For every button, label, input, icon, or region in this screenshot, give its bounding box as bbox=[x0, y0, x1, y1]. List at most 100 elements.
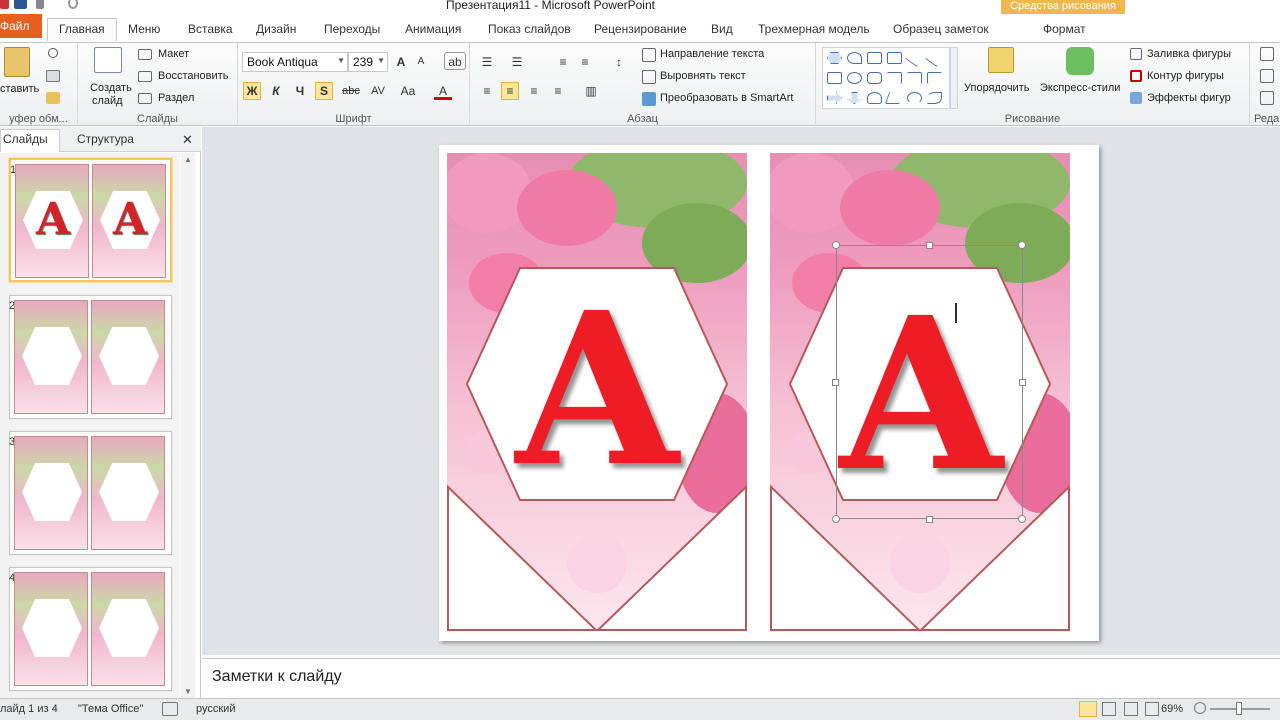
resize-handle[interactable] bbox=[1018, 241, 1026, 249]
redo-icon[interactable] bbox=[68, 0, 78, 9]
tab-notes-master[interactable]: Образец заметок bbox=[893, 22, 989, 36]
tab-transitions[interactable]: Переходы bbox=[324, 22, 380, 36]
decrease-indent-icon[interactable]: ≡ bbox=[554, 53, 572, 71]
oval-shape-icon[interactable] bbox=[847, 72, 862, 84]
new-slide-label[interactable]: Создать bbox=[90, 82, 132, 94]
tab-format[interactable]: Формат bbox=[1043, 22, 1086, 36]
tab-design[interactable]: Дизайн bbox=[256, 22, 296, 36]
hexagon-shape-icon[interactable] bbox=[827, 52, 842, 64]
font-color-button[interactable]: A bbox=[434, 82, 452, 100]
tab-file[interactable]: Файл bbox=[0, 14, 42, 38]
align-left-icon[interactable]: ≡ bbox=[478, 82, 496, 100]
align-text-button[interactable]: Выровнять текст bbox=[660, 70, 746, 82]
freeform-shape-icon[interactable] bbox=[927, 92, 942, 104]
shape-outline-button[interactable]: Контур фигуры bbox=[1147, 70, 1224, 82]
rectangle-shape-icon[interactable] bbox=[827, 72, 842, 84]
arrange-icon[interactable] bbox=[988, 47, 1014, 73]
columns-icon[interactable]: ▥ bbox=[582, 82, 600, 100]
tab-view[interactable]: Вид bbox=[711, 22, 733, 36]
new-slide-label-2[interactable]: слайд bbox=[92, 95, 123, 107]
resize-handle[interactable] bbox=[832, 241, 840, 249]
case-button[interactable]: Aa bbox=[396, 82, 420, 100]
resize-handle[interactable] bbox=[1018, 515, 1026, 523]
scroll-up-icon[interactable]: ▲ bbox=[184, 155, 192, 164]
align-center-icon[interactable]: ≡ bbox=[501, 82, 519, 100]
replace-icon[interactable] bbox=[1260, 69, 1274, 83]
zoom-slider-thumb[interactable] bbox=[1236, 702, 1242, 715]
heart-shape-icon[interactable] bbox=[847, 52, 862, 64]
right-arrow-shape-icon[interactable] bbox=[827, 92, 842, 104]
save-icon[interactable] bbox=[14, 0, 27, 9]
selection-frame[interactable] bbox=[836, 245, 1023, 519]
copy-icon[interactable] bbox=[46, 70, 60, 82]
spacing-button[interactable]: AV bbox=[366, 82, 390, 100]
layout-button[interactable]: Макет bbox=[158, 48, 189, 60]
tab-outline-label[interactable]: Структура bbox=[77, 132, 134, 146]
slide-thumbnail-2[interactable]: 2 bbox=[9, 295, 172, 419]
slide-thumbnail-3[interactable]: 3 bbox=[9, 431, 172, 555]
shapes-gallery-scroll[interactable] bbox=[950, 47, 958, 109]
shadow-button[interactable]: S bbox=[315, 82, 333, 100]
find-icon[interactable] bbox=[1260, 47, 1274, 61]
shapes-gallery[interactable] bbox=[822, 47, 950, 109]
tab-slides-label[interactable]: Слайды bbox=[3, 132, 48, 146]
arc-shape-icon[interactable] bbox=[907, 92, 922, 104]
bold-button[interactable]: Ж bbox=[243, 82, 261, 100]
slide-sorter-icon[interactable] bbox=[1102, 702, 1116, 716]
reading-view-icon[interactable] bbox=[1124, 702, 1138, 716]
notes-pane[interactable]: Заметки к слайду bbox=[202, 658, 1280, 698]
elbow-double-arrow-icon[interactable] bbox=[927, 72, 942, 84]
shrink-font-button[interactable]: A bbox=[412, 53, 430, 71]
slideshow-icon[interactable] bbox=[1145, 702, 1159, 716]
rounded-rect-shape-icon[interactable] bbox=[867, 72, 882, 84]
align-right-icon[interactable]: ≡ bbox=[525, 82, 543, 100]
text-direction-button[interactable]: Направление текста bbox=[660, 48, 764, 60]
paste-icon[interactable] bbox=[4, 47, 30, 77]
tab-menu[interactable]: Меню bbox=[128, 22, 160, 36]
scroll-down-icon[interactable]: ▼ bbox=[184, 687, 192, 696]
zoom-out-icon[interactable] bbox=[1194, 702, 1206, 714]
select-icon[interactable] bbox=[1260, 91, 1274, 105]
tab-animation[interactable]: Анимация bbox=[405, 22, 461, 36]
paste-button[interactable]: ставить bbox=[0, 83, 39, 95]
normal-view-icon[interactable] bbox=[1079, 701, 1097, 717]
section-button[interactable]: Раздел bbox=[158, 92, 194, 104]
reset-button[interactable]: Восстановить bbox=[158, 70, 228, 82]
down-arrow-shape-icon[interactable] bbox=[847, 92, 862, 104]
resize-handle[interactable] bbox=[832, 515, 840, 523]
strikethrough-button[interactable]: abc bbox=[339, 82, 363, 100]
banner-card-left[interactable]: A bbox=[447, 153, 747, 631]
close-pane-icon[interactable]: ✕ bbox=[182, 132, 193, 148]
line-shape-icon[interactable] bbox=[904, 48, 925, 68]
notes-placeholder[interactable]: Заметки к слайду bbox=[212, 668, 342, 686]
clear-format-icon[interactable]: ab bbox=[444, 52, 466, 70]
font-name-combo[interactable]: Book Antiqua ▼ bbox=[242, 52, 348, 72]
shape-effects-button[interactable]: Эффекты фигур bbox=[1147, 92, 1231, 104]
smartart-button[interactable]: Преобразовать в SmartArt bbox=[660, 92, 793, 104]
resize-handle[interactable] bbox=[1019, 379, 1026, 386]
resize-handle[interactable] bbox=[832, 379, 839, 386]
cut-icon[interactable] bbox=[48, 48, 58, 58]
slide-thumbnail-1[interactable]: 1 A A bbox=[9, 158, 172, 282]
new-slide-icon[interactable] bbox=[94, 47, 122, 73]
shape-fill-button[interactable]: Заливка фигуры bbox=[1147, 48, 1231, 60]
undo-icon[interactable] bbox=[36, 0, 44, 9]
resize-handle[interactable] bbox=[926, 516, 933, 523]
elbow-connector-icon[interactable] bbox=[887, 72, 902, 84]
tab-slideshow[interactable]: Показ слайдов bbox=[488, 22, 571, 36]
tab-review[interactable]: Рецензирование bbox=[594, 22, 687, 36]
italic-button[interactable]: К bbox=[267, 82, 285, 100]
curve-shape-icon[interactable] bbox=[884, 92, 905, 104]
underline-button[interactable]: Ч bbox=[291, 82, 309, 100]
tab-insert[interactable]: Вставка bbox=[188, 22, 233, 36]
theme-name[interactable]: "Тема Office" bbox=[78, 703, 143, 715]
format-painter-icon[interactable] bbox=[46, 92, 60, 104]
letter-text[interactable]: A bbox=[465, 266, 729, 513]
line-spacing-icon[interactable]: ↕ bbox=[610, 53, 628, 71]
spellcheck-icon[interactable] bbox=[162, 702, 178, 716]
quick-styles-icon[interactable] bbox=[1066, 47, 1094, 75]
triangle-shape-icon[interactable] bbox=[867, 52, 882, 64]
textbox-shape-icon[interactable] bbox=[887, 52, 902, 64]
justify-icon[interactable]: ≡ bbox=[549, 82, 567, 100]
language[interactable]: русский bbox=[196, 703, 235, 715]
